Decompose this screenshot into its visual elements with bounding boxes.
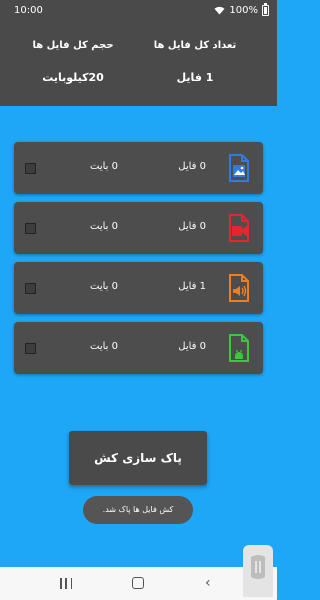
category-row-image[interactable]: 0 بایت 0 فایل	[14, 142, 263, 194]
category-row-apk[interactable]: 0 بایت 0 فایل	[14, 322, 263, 374]
clean-cache-button[interactable]: پاک سازی کش	[69, 431, 207, 485]
battery-icon	[262, 3, 269, 16]
apk-size: 0 بایت	[90, 341, 118, 352]
status-time: 10:00	[14, 5, 43, 16]
navigation-bar: ‹	[0, 567, 277, 600]
total-files-value: 1 فایل	[176, 71, 214, 84]
apk-count: 0 فایل	[178, 341, 206, 352]
apk-file-icon	[229, 334, 249, 362]
audio-file-icon	[229, 274, 249, 302]
category-row-video[interactable]: 0 بایت 0 فایل	[14, 202, 263, 254]
video-count: 0 فایل	[178, 221, 206, 232]
total-size-column: حجم کل فایل ها 20کیلوبایت	[18, 40, 128, 84]
recents-icon[interactable]	[60, 578, 72, 589]
audio-checkbox[interactable]	[25, 283, 36, 294]
video-checkbox[interactable]	[25, 223, 36, 234]
back-icon[interactable]: ‹	[205, 576, 215, 590]
home-icon[interactable]	[132, 577, 144, 589]
status-icons: 100%	[214, 3, 269, 16]
wifi-icon	[214, 6, 225, 15]
total-size-label: حجم کل فایل ها	[32, 40, 114, 51]
total-size-value: 20کیلوبایت	[42, 71, 104, 84]
apk-checkbox[interactable]	[25, 343, 36, 354]
category-row-audio[interactable]: 0 بایت 1 فایل	[14, 262, 263, 314]
image-count: 0 فایل	[178, 161, 206, 172]
video-size: 0 بایت	[90, 221, 118, 232]
image-checkbox[interactable]	[25, 163, 36, 174]
audio-size: 0 بایت	[90, 281, 118, 292]
toast-message: کش فایل ها پاک شد.	[83, 496, 193, 524]
store-logo-icon	[251, 555, 265, 579]
store-logo	[243, 545, 273, 597]
status-bar: 10:00 100%	[0, 0, 277, 22]
audio-count: 1 فایل	[178, 281, 206, 292]
total-files-label: تعداد کل فایل ها	[153, 40, 237, 51]
battery-percent: 100%	[229, 5, 258, 16]
summary-header: تعداد کل فایل ها 1 فایل حجم کل فایل ها 2…	[0, 22, 277, 106]
image-size: 0 بایت	[90, 161, 118, 172]
image-file-icon	[229, 154, 249, 182]
video-file-icon	[229, 214, 249, 242]
total-files-column: تعداد کل فایل ها 1 فایل	[135, 40, 255, 84]
